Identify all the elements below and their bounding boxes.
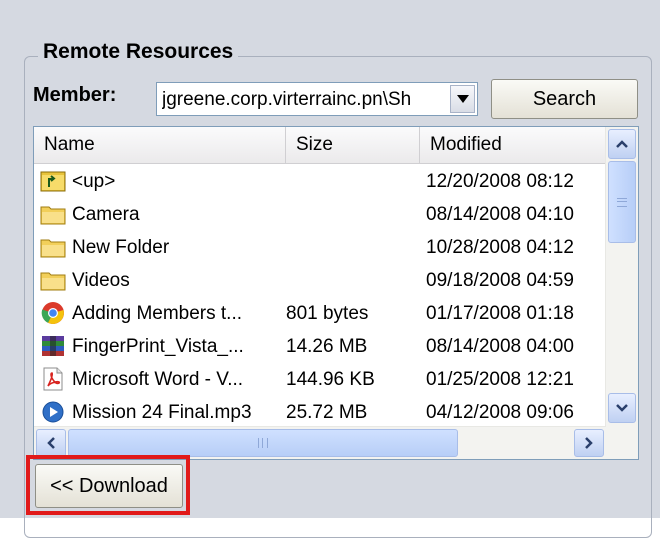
file-size [286,165,416,198]
folder-icon [40,272,66,291]
list-item[interactable]: Camera 08/14/2008 04:10 [34,198,606,231]
file-name: Adding Members t... [72,303,243,324]
scroll-down-button[interactable] [608,393,636,423]
list-item[interactable]: FingerPrint_Vista_... 14.26 MB 08/14/200… [34,330,606,363]
file-modified: 04/12/2008 09:06 [426,402,574,423]
highlight-box [26,455,190,515]
archive-file-icon [42,336,64,356]
scrollbar-corner [606,427,638,459]
chevron-left-icon [47,437,55,449]
file-name: Videos [72,270,130,291]
list-item[interactable]: Adding Members t... 801 bytes 01/17/2008… [34,297,606,330]
file-modified: 08/14/2008 04:00 [426,336,574,357]
file-modified: 12/20/2008 08:12 [426,171,574,192]
column-header-modified[interactable]: Modified [420,127,606,163]
file-name: Microsoft Word - V... [72,369,244,390]
file-size: 144.96 KB [286,369,375,390]
file-name: FingerPrint_Vista_... [72,336,244,357]
grip-icon [617,197,627,207]
chevron-down-icon [616,404,628,412]
file-size [286,231,416,264]
file-size: 14.26 MB [286,336,368,357]
member-value: jgreene.corp.virterrainc.pn\Sh [162,89,412,110]
file-modified: 09/18/2008 04:59 [426,270,574,291]
member-label: Member: [33,84,117,106]
column-header-name[interactable]: Name [34,127,286,163]
vertical-scrollbar[interactable] [605,127,638,429]
grip-icon [258,438,268,448]
list-item[interactable]: <up> 12/20/2008 08:12 [34,165,606,198]
file-size [286,198,416,231]
list-item[interactable]: Microsoft Word - V... 144.96 KB 01/25/20… [34,363,606,396]
group-title: Remote Resources [38,40,239,64]
file-modified: 01/25/2008 12:21 [426,369,574,390]
chevron-up-icon [616,140,628,148]
file-name: Mission 24 Final.mp3 [72,402,252,423]
dropdown-arrow-button[interactable] [450,85,475,113]
file-list[interactable]: Name Size Modified <up> 12/20/2008 08:12… [33,126,639,460]
file-size: 801 bytes [286,303,369,324]
vertical-scroll-thumb[interactable] [608,161,636,243]
chevron-right-icon [585,437,593,449]
folder-icon [40,239,66,258]
list-header: Name Size Modified [34,127,606,164]
column-header-size[interactable]: Size [286,127,420,163]
folder-up-icon [40,171,66,192]
horizontal-scroll-thumb[interactable] [68,429,458,457]
member-combobox[interactable]: jgreene.corp.virterrainc.pn\Sh [156,82,478,116]
scroll-up-button[interactable] [608,129,636,159]
pdf-file-icon [43,367,63,391]
list-item[interactable]: Videos 09/18/2008 04:59 [34,264,606,297]
folder-icon [40,206,66,225]
chrome-file-icon [41,302,64,324]
search-button[interactable]: Search [491,79,638,119]
file-modified: 08/14/2008 04:10 [426,204,574,225]
file-name: <up> [72,171,116,192]
file-size [286,264,416,297]
file-size: 25.72 MB [286,402,368,423]
chevron-down-icon [456,95,469,103]
file-name: Camera [72,204,140,225]
file-modified: 10/28/2008 04:12 [426,237,574,258]
file-name: New Folder [72,237,170,258]
list-item[interactable]: Mission 24 Final.mp3 25.72 MB 04/12/2008… [34,396,606,429]
file-rows: <up> 12/20/2008 08:12 Camera 08/14/2008 … [34,163,606,429]
media-file-icon [42,401,64,423]
list-item[interactable]: New Folder 10/28/2008 04:12 [34,231,606,264]
file-modified: 01/17/2008 01:18 [426,303,574,324]
scroll-right-button[interactable] [574,429,604,457]
scroll-left-button[interactable] [36,429,66,457]
